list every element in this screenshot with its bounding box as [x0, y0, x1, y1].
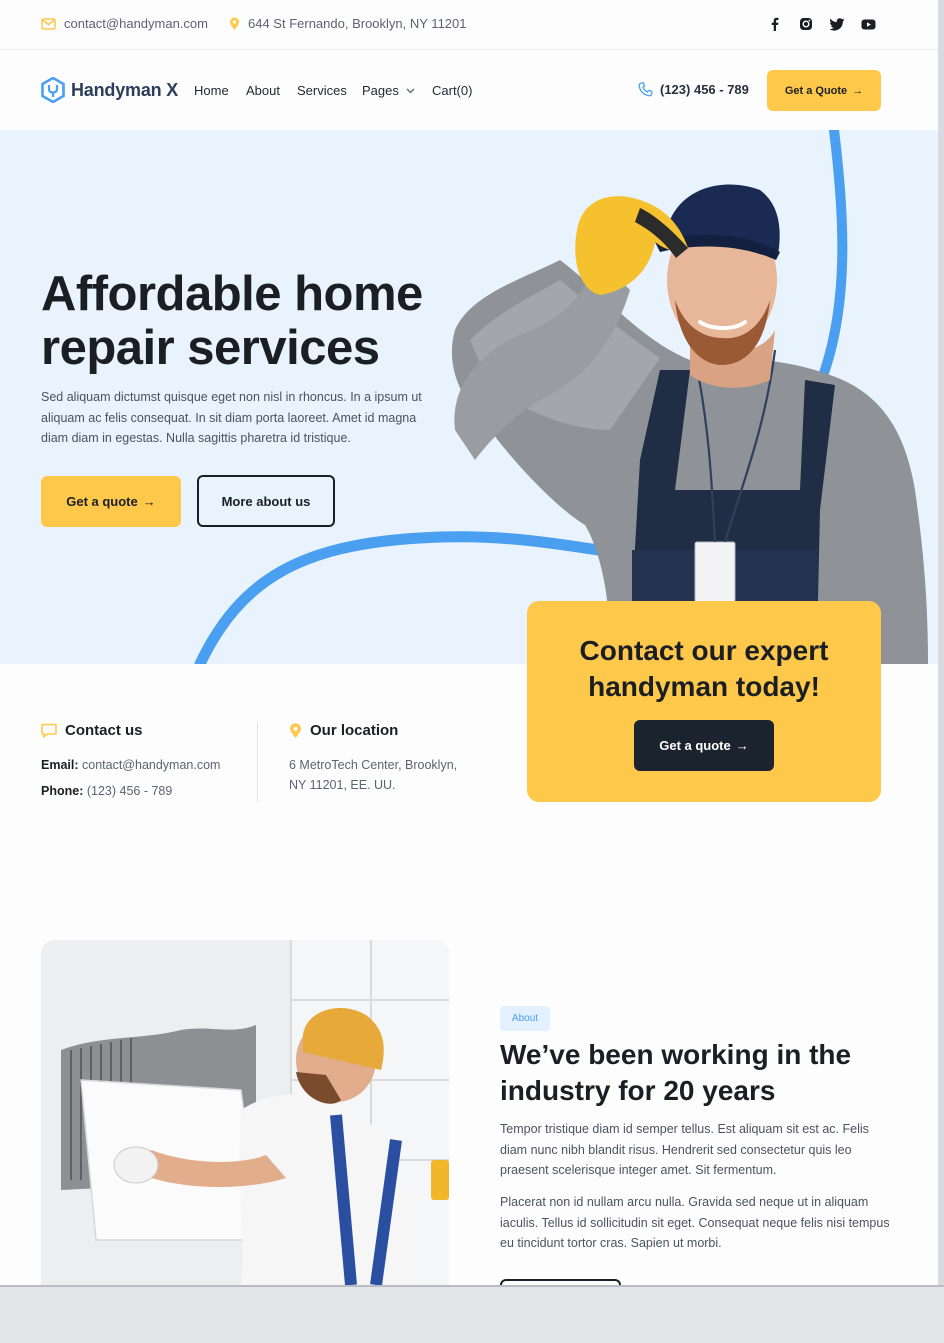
topbar-address: 644 St Fernando, Brooklyn, NY 11201	[229, 16, 467, 31]
contact-email-line: Email: contact@handyman.com	[41, 758, 220, 772]
nav-link-about[interactable]: About	[246, 83, 280, 98]
location-line-1: 6 MetroTech Center, Brooklyn,	[289, 758, 458, 772]
card-get-a-quote-button[interactable]: Get a quote →	[634, 720, 774, 771]
nav-link-pages: Pages	[362, 83, 399, 98]
scrollbar[interactable]	[938, 0, 944, 1285]
phone-label: Phone:	[41, 784, 84, 798]
arrow-right-icon: →	[735, 738, 749, 753]
about-paragraph-1: Tempor tristique diam id semper tellus. …	[500, 1122, 869, 1177]
nav-link-cart[interactable]: Cart(0)	[432, 83, 472, 98]
nav-link-services[interactable]: Services	[297, 83, 347, 98]
top-info-bar: contact@handyman.com 644 St Fernando, Br…	[0, 0, 938, 50]
phone-icon	[638, 82, 653, 97]
contact-us-heading-text: Contact us	[65, 722, 143, 739]
contact-phone-value[interactable]: (123) 456 - 789	[87, 784, 172, 798]
hero-section: Affordable home repair services Sed aliq…	[0, 130, 938, 664]
facebook-icon[interactable]	[767, 16, 783, 32]
brand-name: Handyman X	[71, 79, 179, 100]
worker-figure	[451, 184, 928, 664]
arrow-right-icon: →	[852, 84, 864, 97]
hero-get-a-quote-button[interactable]: Get a quote →	[41, 476, 181, 527]
tiling-worker-photo	[41, 940, 449, 1285]
instagram-icon[interactable]	[798, 16, 814, 32]
contact-us-heading: Contact us	[41, 722, 143, 739]
hero-title: Affordable home repair services	[41, 267, 423, 375]
info-divider	[257, 722, 258, 802]
about-photo	[41, 940, 449, 1285]
map-pin-icon	[290, 722, 301, 738]
contact-email-value[interactable]: contact@handyman.com	[82, 758, 220, 772]
location-line-2: NY 11201, EE. UU.	[289, 778, 396, 792]
get-a-quote-nav-label: Get a Quote	[784, 84, 848, 97]
contact-expert-title: Contact our expert handyman today!	[579, 635, 829, 702]
more-about-us-button[interactable]: More about us	[197, 475, 335, 527]
card-get-a-quote-label: Get a quote	[659, 738, 731, 753]
map-pin-icon	[230, 17, 239, 30]
email-label: Email:	[41, 758, 79, 772]
web-page: contact@handyman.com 644 St Fernando, Br…	[0, 0, 938, 1285]
hero-get-a-quote-label: Get a quote	[66, 494, 138, 509]
nav-link-home[interactable]: Home	[194, 83, 229, 98]
hero-description: Sed aliquam dictumst quisque eget non ni…	[41, 390, 422, 445]
topbar-email[interactable]: contact@handyman.com	[41, 16, 208, 31]
chat-icon	[41, 723, 57, 738]
arrow-right-icon: →	[142, 494, 156, 509]
twitter-icon[interactable]	[829, 16, 845, 32]
chevron-down-icon	[406, 88, 415, 93]
our-location-heading-text: Our location	[310, 722, 399, 739]
about-badge: About	[500, 1006, 550, 1031]
main-navbar: Handyman X Home About Services Pages Car…	[0, 50, 938, 130]
about-paragraph-2: Placerat non id nullam arcu nulla. Gravi…	[500, 1195, 890, 1250]
mail-icon	[41, 17, 56, 30]
topbar-email-text: contact@handyman.com	[64, 16, 208, 31]
youtube-icon[interactable]	[860, 16, 876, 32]
nav-phone-number: (123) 456 - 789	[660, 82, 749, 97]
about-title: We’ve been working in the industry for 2…	[500, 1039, 852, 1106]
contact-expert-card: Contact our expert handyman today! Get a…	[527, 601, 881, 802]
bottom-empty-area	[0, 1285, 944, 1343]
get-a-quote-nav-button[interactable]: Get a Quote →	[767, 70, 881, 111]
nav-phone[interactable]: (123) 456 - 789	[638, 82, 749, 97]
brand-logo[interactable]: Handyman X	[41, 77, 178, 103]
contact-phone-line: Phone: (123) 456 - 789	[41, 784, 172, 798]
our-location-heading: Our location	[289, 722, 398, 739]
nav-dropdown-pages[interactable]: Pages	[362, 83, 415, 98]
topbar-address-text: 644 St Fernando, Brooklyn, NY 11201	[248, 16, 467, 31]
logo-icon	[41, 77, 65, 103]
